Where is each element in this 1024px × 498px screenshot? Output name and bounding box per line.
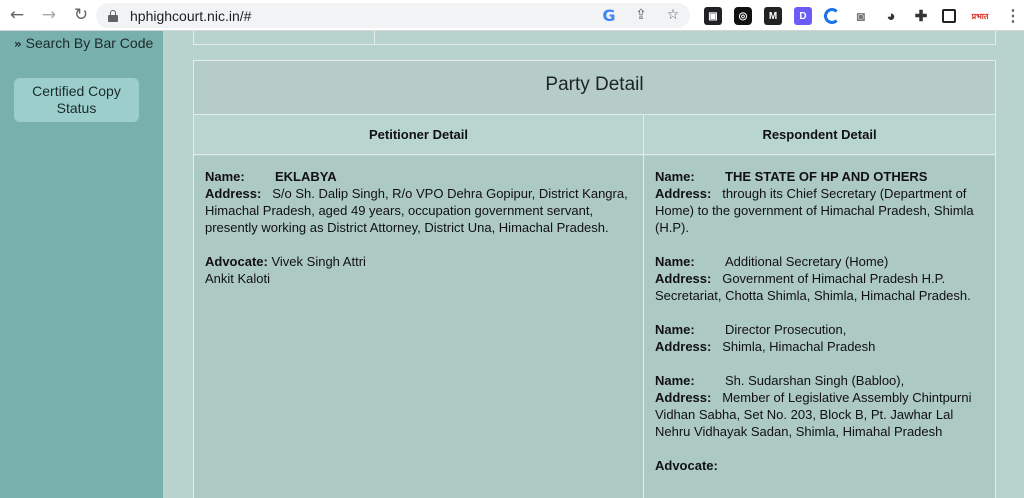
lock-icon[interactable] (108, 9, 118, 22)
camera-icon[interactable]: ◙ (852, 7, 870, 25)
previous-table-bottom (193, 29, 996, 45)
respondent-entry: Name: Sh. Sudarshan Singh (Babloo), Addre… (655, 373, 972, 439)
petitioner-detail-header: Petitioner Detail (194, 115, 643, 155)
certified-copy-status-button[interactable]: Certified Copy Status (14, 78, 139, 122)
main-content: Party Detail Petitioner Detail Responden… (163, 29, 1024, 498)
url-text[interactable]: hphighcourt.nic.in/# (130, 8, 251, 24)
respondent-detail-header: Respondent Detail (644, 115, 995, 155)
reload-icon[interactable]: ↻ (70, 4, 92, 26)
respondent-advocate-label: Advocate: (655, 458, 718, 473)
search-by-bar-code-link[interactable]: » Search By Bar Code (14, 35, 154, 53)
respondent-address: Shimla, Himachal Pradesh (722, 339, 876, 354)
extension-reader-icon[interactable]: ▣ (704, 7, 722, 25)
sidebar: » Search By Bar Code Certified Copy Stat… (0, 31, 163, 498)
respondent-entry: Name: Director Prosecution, Address: Shim… (655, 322, 876, 354)
bookmark-star-icon[interactable]: ☆ (664, 6, 682, 24)
sidepanel-icon[interactable] (942, 9, 956, 23)
party-detail-title: Party Detail (194, 61, 995, 115)
petitioner-address-label: Address: (205, 186, 262, 201)
respondent-name: Sh. Sudarshan Singh (Babloo), (725, 373, 905, 388)
extension-d-icon[interactable]: D (794, 7, 812, 25)
petitioner-detail-cell: Name: EKLABYA Address: S/o Sh. Dalip Sing… (194, 156, 643, 498)
respondent-entry: Name: THE STATE OF HP AND OTHERS Address:… (655, 169, 974, 235)
extension-pie-icon[interactable]: ◕ (882, 7, 900, 25)
petitioner-advocate-2: Ankit Kaloti (205, 271, 271, 286)
double-chevron-icon: » (14, 37, 22, 51)
respondent-entry: Name: Additional Secretary (Home) Address… (655, 254, 971, 303)
kebab-menu-icon[interactable]: ⋮ (1004, 7, 1022, 25)
google-lens-icon[interactable]: G (600, 6, 618, 25)
address-bar[interactable]: hphighcourt.nic.in/# G ⇪ ☆ (96, 3, 690, 28)
respondent-detail-cell: Name: THE STATE OF HP AND OTHERS Address:… (644, 156, 995, 498)
back-arrow-icon[interactable]: ← (6, 4, 28, 26)
puzzle-icon[interactable]: ✚ (912, 7, 930, 25)
share-icon[interactable]: ⇪ (632, 6, 650, 24)
extension-target-icon[interactable]: ◎ (734, 7, 752, 25)
extensions-bar: ▣ ◎ M D ◙ ◕ ✚ प्रभात ⋮ (698, 4, 1024, 28)
extension-m-icon[interactable]: M (764, 7, 782, 25)
party-detail-table: Party Detail Petitioner Detail Responden… (193, 60, 996, 498)
extension-circle-icon[interactable] (824, 8, 840, 24)
respondent-name: Director Prosecution, (725, 322, 847, 337)
petitioner-name-label: Name: (205, 169, 245, 184)
respondent-name: THE STATE OF HP AND OTHERS (725, 169, 928, 184)
browser-toolbar: ← → ↻ hphighcourt.nic.in/# G ⇪ ☆ ▣ ◎ M D… (0, 0, 1024, 31)
forward-arrow-icon[interactable]: → (38, 4, 60, 26)
petitioner-name: EKLABYA (275, 169, 337, 184)
extension-badge[interactable]: प्रभात (968, 7, 992, 25)
petitioner-address: S/o Sh. Dalip Singh, R/o VPO Dehra Gopip… (205, 186, 628, 235)
respondent-name: Additional Secretary (Home) (725, 254, 889, 269)
search-by-bar-code-label[interactable]: Search By Bar Code (26, 35, 154, 51)
petitioner-advocate-1: Vivek Singh Attri (271, 254, 366, 269)
petitioner-advocate-label: Advocate: (205, 254, 268, 269)
